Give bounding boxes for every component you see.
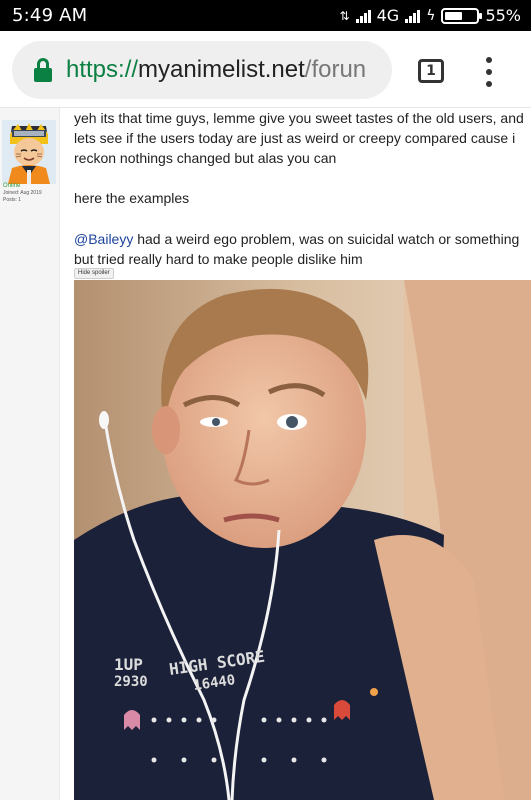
signal-icon-1 [355,9,371,23]
battery-percent: 55% [485,6,521,25]
status-icons: ⇅ 4G ϟ 55% [340,6,521,25]
battery-icon [441,7,483,24]
browser-toolbar: https://myanimelist.net/forun 1 [0,31,531,108]
spoiler-image: 1UP 2930 HIGH SCORE 16440 [74,280,531,800]
shirt-text-score-1: 2930 [114,674,148,690]
user-info-pane: Online Joined: Aug 2019 Posts: 1 [0,108,60,800]
post-paragraph-1: yeh its that time guys, lemme give you s… [74,110,524,166]
hide-spoiler-button[interactable]: Hide spoiler [74,268,114,279]
post-paragraph-2: here the examples [74,190,190,206]
joined-date: Joined: Aug 2019 [3,190,42,196]
data-arrows-icon: ⇅ [339,8,350,23]
lock-icon[interactable] [34,58,52,82]
url-path: /forun [304,56,367,83]
charging-icon: ϟ [426,7,436,24]
online-status: Online [3,183,21,189]
post-count: Posts: 1 [3,196,22,203]
post-paragraph-3-text: had a weird ego problem, was on suicidal… [74,231,520,267]
url-text[interactable]: https://myanimelist.net/forun [66,56,366,84]
tabs-icon[interactable]: 1 [418,59,444,83]
status-bar: 5:49 AM ⇅ 4G ϟ 55% [0,0,531,31]
battery-fill [445,11,462,20]
network-type: 4G [376,6,400,25]
status-time: 5:49 AM [12,5,88,26]
forum-post: Online Joined: Aug 2019 Posts: 1 yeh its… [0,108,531,800]
user-avatar[interactable] [2,120,56,184]
url-scheme: https:// [66,56,139,83]
signal-icon-2 [405,9,421,23]
shirt-text-1up: 1UP [114,655,143,674]
post-paragraph-3: @Baileyy had a weird ego problem, was on… [74,229,524,269]
overflow-menu-icon[interactable] [482,57,496,87]
address-bar[interactable]: https://myanimelist.net/forun [12,41,392,99]
url-host: myanimelist.net [138,56,305,83]
user-mention-link[interactable]: @Baileyy [74,231,133,247]
user-joined-info: Joined: Aug 2019 Posts: 1 [3,190,42,204]
